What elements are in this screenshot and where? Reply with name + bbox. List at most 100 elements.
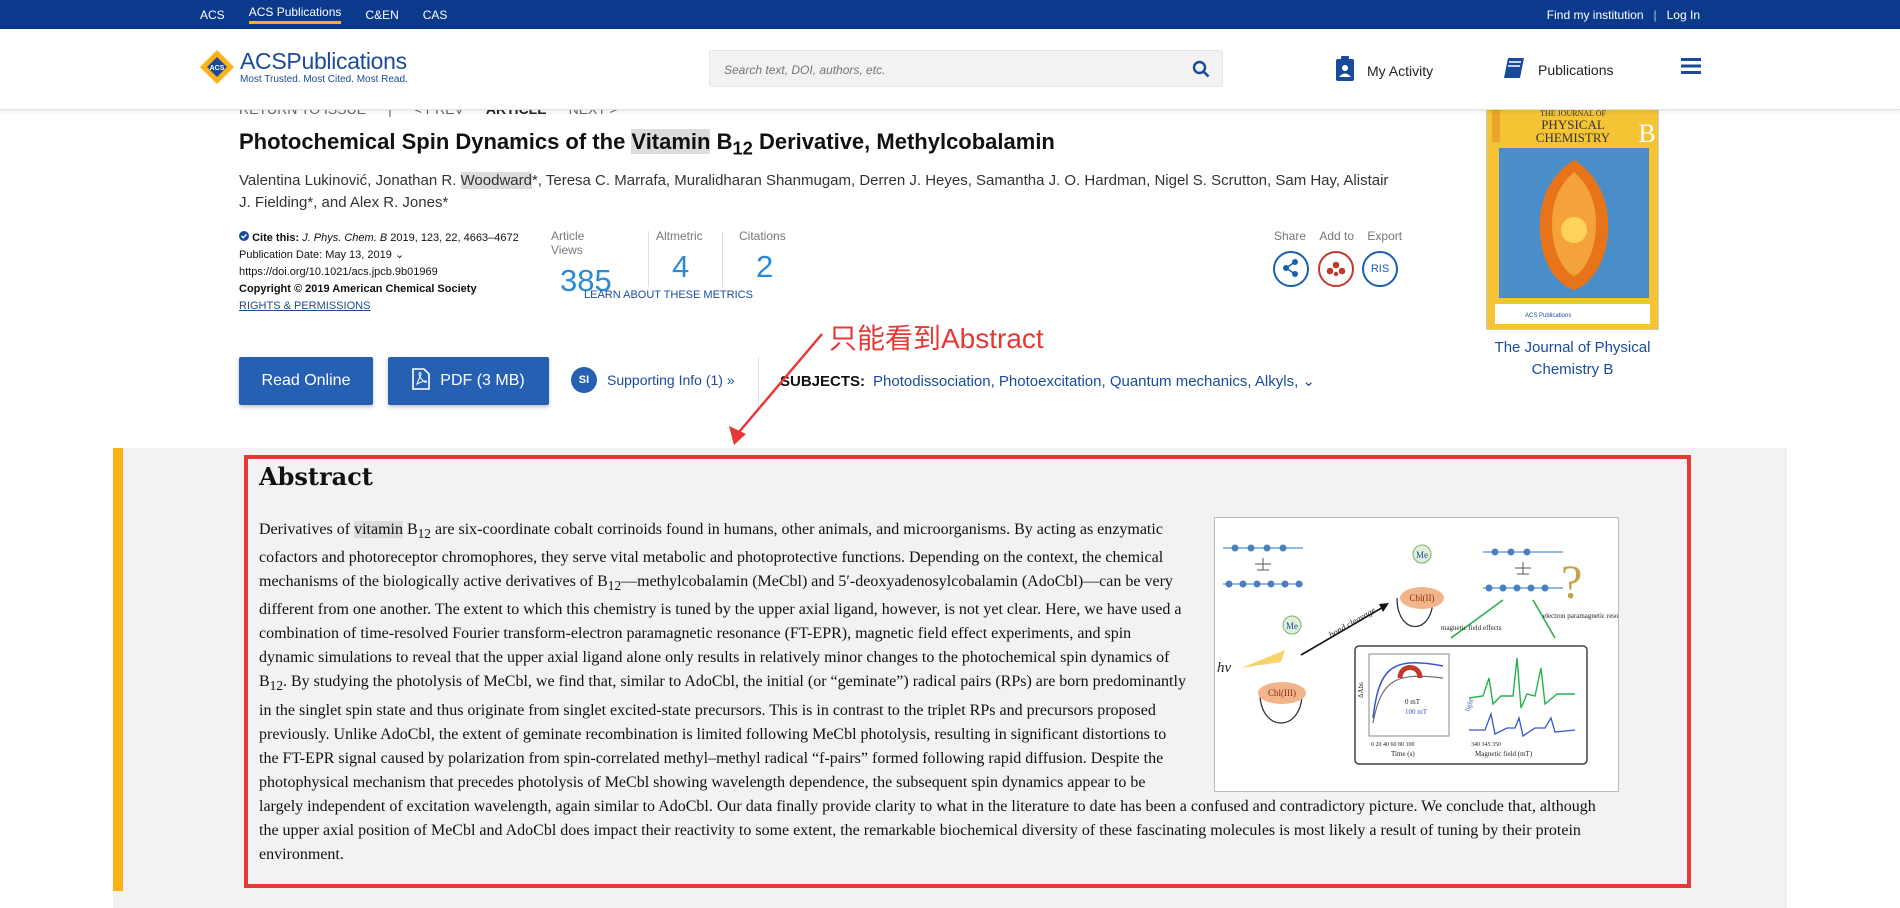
site-header: ACS ACSPublications Most Trusted. Most C…: [0, 29, 1900, 110]
ris-export-button[interactable]: RIS: [1362, 251, 1398, 287]
cover-journal-line3: CHEMISTRY: [1536, 130, 1611, 145]
cite-journal: J. Phys. Chem. B: [302, 232, 388, 244]
toc-xaxis2-ticks: 340 345 350: [1471, 742, 1501, 748]
toc-bond-label: bond cleavage: [1327, 605, 1377, 640]
toc-hv: hv: [1217, 660, 1232, 676]
annotation-arrow-icon: [729, 333, 823, 445]
supporting-info-label: Supporting Info (1) »: [607, 372, 735, 388]
publications-label: Publications: [1538, 61, 1614, 78]
find-institution-link[interactable]: Find my institution: [1547, 8, 1644, 22]
metric-altmetric[interactable]: Altmetric 4: [656, 229, 703, 285]
top-nav-bar: ACS ACS Publications C&EN CAS Find my in…: [0, 0, 1900, 29]
pdf-button[interactable]: PDF (3 MB): [388, 357, 549, 405]
toc-yaxis1: ΔAbs: [1357, 682, 1365, 698]
add-to-label: Add to: [1319, 229, 1355, 243]
check-circle-icon: [239, 231, 249, 244]
logo-title-publications: Publications: [286, 47, 407, 74]
search-input[interactable]: [710, 51, 1166, 88]
supporting-info-link[interactable]: SI Supporting Info (1) »: [571, 367, 735, 393]
cite-label[interactable]: Cite this:: [252, 232, 299, 244]
title-part3: Derivative, Methylcobalamin: [752, 129, 1055, 154]
doi-link[interactable]: https://doi.org/10.1021/acs.jpcb.9b01969: [239, 264, 519, 281]
authors-highlight[interactable]: Woodward: [460, 172, 532, 189]
title-highlight: Vitamin: [631, 129, 711, 154]
nav-cen[interactable]: C&EN: [365, 8, 398, 22]
toc-legend0: 0 mT: [1405, 698, 1421, 706]
book-icon: [1502, 56, 1526, 83]
search-box: [709, 50, 1223, 88]
publication-date[interactable]: Publication Date: May 13, 2019 ⌄: [239, 247, 519, 264]
toc-question: ?: [1561, 556, 1582, 609]
read-online-button[interactable]: Read Online: [239, 357, 373, 405]
add-to-button[interactable]: [1318, 251, 1354, 287]
pdf-label: PDF (3 MB): [440, 372, 525, 389]
nav-cas[interactable]: CAS: [423, 8, 448, 22]
altmetric-value: 4: [672, 249, 690, 284]
toc-xaxis1-label: Time (s): [1391, 750, 1415, 758]
article-authors: Valentina Lukinović, Jonathan R. Woodwar…: [239, 170, 1389, 214]
share-button[interactable]: [1273, 251, 1309, 287]
login-link[interactable]: Log In: [1667, 8, 1700, 22]
my-activity-label: My Activity: [1367, 62, 1434, 79]
si-badge: SI: [571, 367, 597, 393]
export-label: Export: [1367, 229, 1403, 243]
cite-ref: 2019, 123, 22, 4663–4672: [390, 232, 519, 244]
metric-divider: [722, 231, 723, 287]
title-part2: B: [710, 129, 733, 154]
svg-text:ACS: ACS: [210, 65, 225, 72]
abstract-title: Abstract: [259, 462, 373, 491]
cite-this-line: Cite this: J. Phys. Chem. B 2019, 123, 2…: [239, 230, 519, 247]
abs-t1-highlight: vitamin: [354, 521, 403, 538]
subjects-list[interactable]: Photodissociation, Photoexcitation, Quan…: [873, 373, 1298, 390]
toc-graphic[interactable]: Me Me Cbl(II) Cbl(III) bond cleavage hv …: [1214, 517, 1635, 792]
acs-publications-logo[interactable]: ACS ACSPublications Most Trusted. Most C…: [199, 49, 408, 85]
toc-cbl-iii: Cbl(III): [1268, 688, 1296, 698]
learn-metrics-link[interactable]: LEARN ABOUT THESE METRICS: [584, 289, 753, 301]
toc-xaxis1-ticks: 0 20 40 60 80 100: [1371, 742, 1415, 748]
toc-xaxis2-label: Magnetic field (mT): [1475, 750, 1533, 758]
abs-t3-sub: 12: [607, 578, 622, 594]
toc-me1: Me: [1416, 550, 1428, 560]
journal-cover-caption[interactable]: The Journal of Physical Chemistry B: [1476, 337, 1669, 381]
title-part1: Photochemical Spin Dynamics of the: [239, 129, 632, 154]
altmetric-label: Altmetric: [656, 229, 703, 243]
logo-title-acs: ACS: [240, 47, 287, 74]
views-label: Article Views: [551, 229, 585, 257]
toc-epr: electron paramagnetic resonance: [1543, 612, 1618, 620]
authors-part1[interactable]: Valentina Lukinović, Jonathan R.: [239, 172, 461, 189]
article-title: Photochemical Spin Dynamics of the Vitam…: [239, 129, 1055, 159]
logo-text: ACSPublications Most Trusted. Most Cited…: [240, 47, 408, 85]
subjects: SUBJECTS: Photodissociation, Photoexcitat…: [780, 372, 1315, 390]
hamburger-menu-icon[interactable]: [1681, 58, 1701, 79]
subjects-chevron-icon[interactable]: ⌄: [1302, 373, 1315, 390]
nav-separator: |: [1653, 7, 1657, 22]
abs-t2-sub: 12: [417, 526, 431, 542]
search-icon[interactable]: [1192, 60, 1210, 83]
share-label: Share: [1274, 229, 1307, 243]
publication-date-text: Publication Date: May 13, 2019: [239, 249, 392, 261]
clipboard-user-icon: [1335, 56, 1355, 85]
abstract-text: Me Me Cbl(II) Cbl(III) bond cleavage hv …: [259, 517, 1635, 867]
citations-value: 2: [756, 249, 774, 284]
abstract-accent-stripe: [113, 448, 123, 891]
pdf-file-icon: [412, 367, 431, 395]
mendeley-icon: [1320, 261, 1352, 289]
nav-acs[interactable]: ACS: [200, 8, 225, 22]
metric-citations[interactable]: Citations 2: [739, 229, 786, 285]
nav-acs-publications[interactable]: ACS Publications: [248, 5, 342, 24]
journal-cover-image[interactable]: THE JOURNAL OF PHYSICAL CHEMISTRY B ACS …: [1486, 101, 1659, 330]
chevron-down-icon: ⌄: [394, 249, 405, 261]
svg-text:ACS Publications: ACS Publications: [1525, 313, 1571, 319]
my-activity-button[interactable]: My Activity: [1335, 56, 1433, 85]
logo-subtitle: Most Trusted. Most Cited. Most Read.: [240, 73, 408, 85]
abs-t4-sub: 12: [269, 678, 283, 694]
annotation-text: 只能看到Abstract: [829, 323, 1044, 354]
logo-title: ACSPublications: [240, 47, 408, 74]
rights-permissions-link[interactable]: RIGHTS & PERMISSIONS: [239, 300, 370, 312]
toc-cbl-ii: Cbl(II): [1410, 593, 1435, 603]
toc-legend100: 100 mT: [1405, 708, 1428, 716]
toc-mfe: magnetic field effects: [1441, 624, 1502, 632]
share-add-export-labels: Share Add to Export: [1274, 229, 1402, 243]
publications-button[interactable]: Publications: [1502, 56, 1614, 83]
abs-t1: Derivatives of: [259, 521, 355, 538]
